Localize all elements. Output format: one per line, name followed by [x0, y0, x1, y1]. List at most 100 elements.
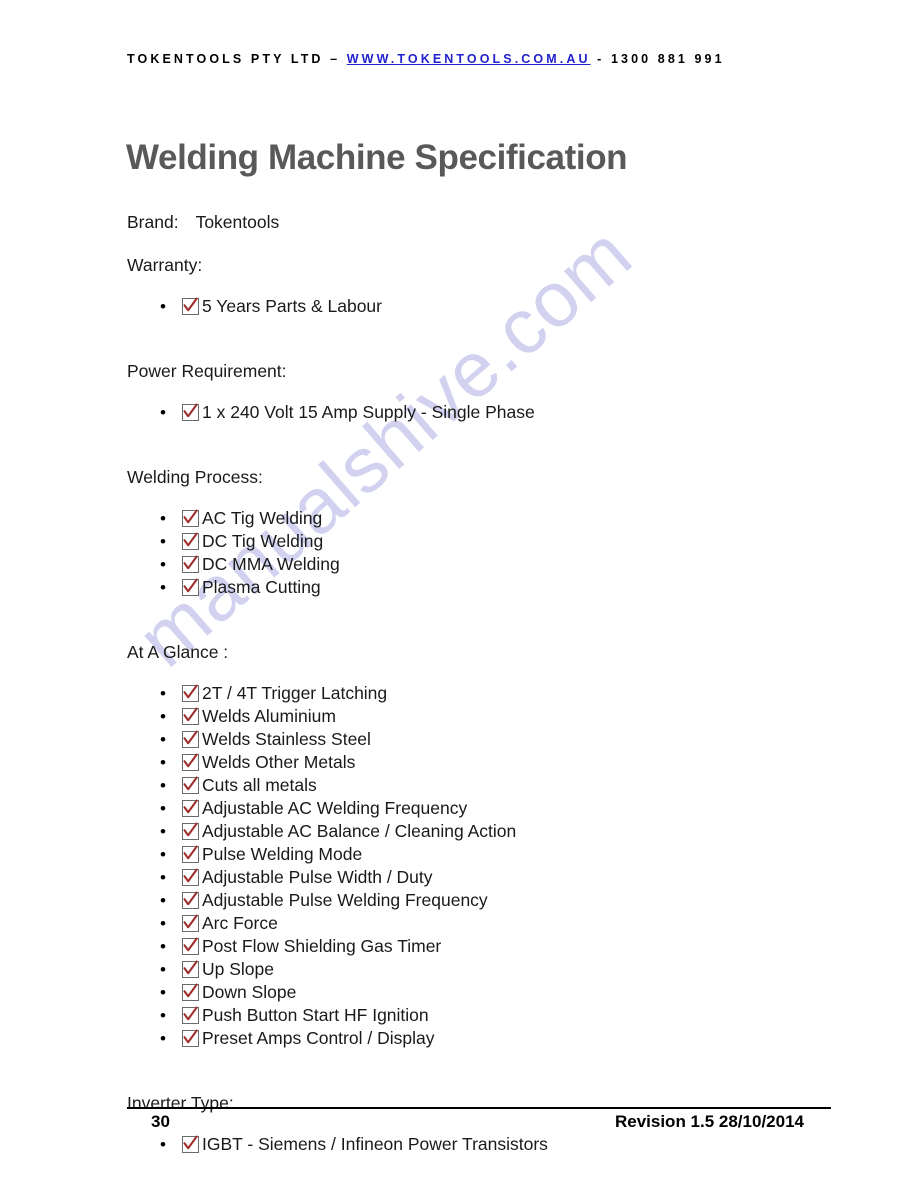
spec-item-label: Preset Amps Control / Display [202, 1028, 435, 1048]
checkbox-checked-icon[interactable] [182, 578, 199, 597]
bullet-dot-icon: • [160, 509, 166, 529]
section-heading: Inverter Type: [127, 1093, 234, 1113]
bullet-dot-icon: • [160, 822, 166, 842]
spec-bullet-item: • Welds Other Metals [160, 752, 356, 772]
brand-value: Tokentools [195, 212, 280, 232]
spec-bullet-item: • Post Flow Shielding Gas Timer [160, 936, 442, 957]
bullet-dot-icon: • [160, 403, 166, 423]
footer-revision: Revision 1.5 28/10/2014 [614, 1112, 804, 1131]
header-website-link[interactable]: WWW.TOKENTOOLS.COM.AU [347, 52, 591, 66]
bullet-dot-icon: • [160, 1135, 166, 1155]
spec-item-label: Welds Other Metals [202, 752, 356, 772]
footer-divider [127, 1107, 831, 1109]
checkbox-checked-icon[interactable] [182, 1029, 199, 1048]
bullet-dot-icon: • [160, 578, 166, 598]
spec-item-label: Adjustable AC Welding Frequency [202, 798, 468, 818]
header-dash: – [330, 52, 341, 66]
checkbox-checked-icon[interactable] [182, 532, 199, 551]
spec-bullet-item: • Welds Stainless Steel [160, 729, 371, 749]
checkbox-checked-icon[interactable] [182, 822, 199, 841]
spec-item-label: Pulse Welding Mode [202, 844, 363, 864]
spec-item-label: Adjustable Pulse Welding Frequency [202, 890, 488, 910]
checkbox-checked-icon[interactable] [182, 960, 199, 979]
spec-bullet-item: • Down Slope [160, 983, 296, 1003]
document-page: manualshive.com TOKENTOOLS PTY LTD – WWW… [0, 0, 918, 1188]
bullet-dot-icon: • [160, 684, 166, 704]
checkbox-checked-icon[interactable] [182, 403, 199, 422]
spec-bullet-item: • Welds Aluminium [160, 706, 336, 727]
checkbox-checked-icon[interactable] [182, 1006, 199, 1025]
spec-bullet-item: • Arc Force [160, 913, 278, 933]
checkbox-checked-icon[interactable] [182, 937, 199, 956]
spec-item-label: DC Tig Welding [202, 531, 324, 551]
spec-bullet-item: • Adjustable AC Welding Frequency [160, 798, 468, 819]
checkbox-checked-icon[interactable] [182, 799, 199, 818]
bullet-dot-icon: • [160, 868, 166, 888]
section-heading: Warranty: [127, 255, 203, 275]
checkbox-checked-icon[interactable] [182, 753, 199, 772]
spec-item-label: Cuts all metals [202, 775, 317, 795]
spec-bullet-item: • Adjustable AC Balance / Cleaning Action [160, 821, 517, 842]
checkbox-checked-icon[interactable] [182, 983, 199, 1002]
bullet-dot-icon: • [160, 937, 166, 957]
spec-bullet-item: • IGBT - Siemens / Infineon Power Transis… [160, 1134, 548, 1155]
footer-page-number: 30 [151, 1112, 170, 1131]
spec-item-label: IGBT - Siemens / Infineon Power Transist… [202, 1134, 548, 1154]
spec-bullet-item: • 1 x 240 Volt 15 Amp Supply - Single Pha… [160, 402, 535, 423]
checkbox-checked-icon[interactable] [182, 891, 199, 910]
header-company: TOKENTOOLS PTY LTD [127, 52, 324, 66]
spec-bullet-item: • Pulse Welding Mode [160, 844, 363, 864]
section-heading: Welding Process: [127, 467, 263, 487]
spec-item-label: Adjustable AC Balance / Cleaning Action [202, 821, 517, 841]
brand-label: Brand: [127, 212, 179, 232]
section-heading: At A Glance : [127, 642, 229, 662]
spec-item-label: 2T / 4T Trigger Latching [202, 683, 388, 703]
spec-item-label: 1 x 240 Volt 15 Amp Supply - Single Phas… [202, 402, 535, 422]
spec-bullet-item: • Push Button Start HF Ignition [160, 1005, 429, 1026]
spec-bullet-item: • DC Tig Welding [160, 531, 324, 552]
checkbox-checked-icon[interactable] [182, 684, 199, 703]
bullet-dot-icon: • [160, 1006, 166, 1026]
checkbox-checked-icon[interactable] [182, 730, 199, 749]
spec-item-label: Post Flow Shielding Gas Timer [202, 936, 442, 956]
bullet-dot-icon: • [160, 1029, 166, 1049]
spec-item-label: Arc Force [202, 913, 278, 933]
spec-bullet-item: • Adjustable Pulse Width / Duty [160, 868, 433, 888]
page-title: Welding Machine Specification [126, 138, 628, 177]
bullet-dot-icon: • [160, 891, 166, 911]
bullet-dot-icon: • [160, 776, 166, 796]
spec-item-label: AC Tig Welding [202, 508, 323, 528]
checkbox-checked-icon[interactable] [182, 868, 199, 887]
spec-bullet-item: • Adjustable Pulse Welding Frequency [160, 890, 488, 911]
bullet-dot-icon: • [160, 297, 166, 317]
spec-item-label: Push Button Start HF Ignition [202, 1005, 429, 1025]
spec-item-label: 5 Years Parts & Labour [202, 296, 382, 316]
checkbox-checked-icon[interactable] [182, 555, 199, 574]
spec-item-label: Welds Aluminium [202, 706, 336, 726]
spec-bullet-item: • AC Tig Welding [160, 508, 323, 529]
header-phone-separator: - [597, 52, 605, 66]
checkbox-checked-icon[interactable] [182, 914, 199, 933]
checkbox-checked-icon[interactable] [182, 1135, 199, 1154]
bullet-dot-icon: • [160, 960, 166, 980]
brand-line: Brand: Tokentools [127, 212, 279, 233]
checkbox-checked-icon[interactable] [182, 776, 199, 795]
spec-item-label: Plasma Cutting [202, 577, 321, 597]
bullet-dot-icon: • [160, 799, 166, 819]
spec-bullet-item: • Cuts all metals [160, 775, 317, 796]
spec-bullet-item: • 2T / 4T Trigger Latching [160, 683, 388, 704]
bullet-dot-icon: • [160, 707, 166, 727]
checkbox-checked-icon[interactable] [182, 297, 199, 316]
bullet-dot-icon: • [160, 555, 166, 575]
watermark-text: manualshive.com [120, 208, 648, 684]
checkbox-checked-icon[interactable] [182, 845, 199, 864]
bullet-dot-icon: • [160, 983, 166, 1003]
spec-bullet-item: • DC MMA Welding [160, 555, 340, 575]
spec-bullet-item: • Plasma Cutting [160, 577, 321, 598]
spec-item-label: Welds Stainless Steel [202, 729, 371, 749]
checkbox-checked-icon[interactable] [182, 509, 199, 528]
section-heading: Power Requirement: [127, 361, 287, 381]
checkbox-checked-icon[interactable] [182, 707, 199, 726]
running-header: TOKENTOOLS PTY LTD – WWW.TOKENTOOLS.COM.… [127, 52, 725, 66]
bullet-dot-icon: • [160, 532, 166, 552]
